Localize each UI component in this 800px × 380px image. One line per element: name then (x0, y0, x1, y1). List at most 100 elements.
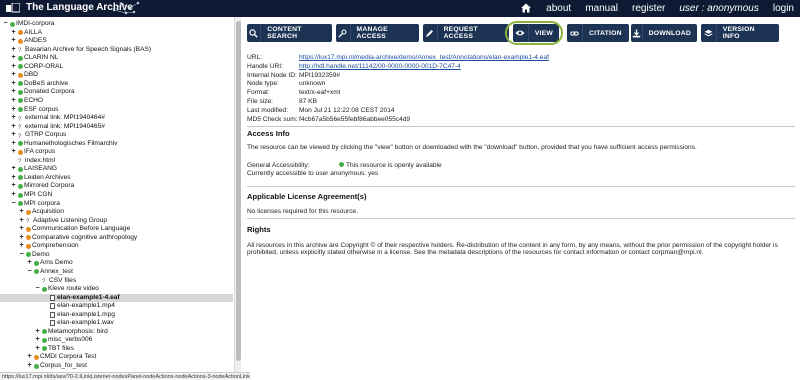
about-link[interactable]: about (546, 3, 571, 14)
collapse-icon[interactable]: − (26, 268, 33, 276)
tree-item[interactable]: + Communication Before Language (18, 225, 130, 233)
manual-link[interactable]: manual (585, 3, 618, 14)
tree-item[interactable]: + Metamorphosis: bird (34, 328, 107, 336)
expand-icon[interactable]: + (18, 234, 25, 242)
unknown-access-icon: ? (18, 125, 22, 132)
tree-item[interactable]: + CLARIN NL (10, 54, 58, 62)
expand-icon[interactable]: + (34, 328, 41, 336)
expand-icon[interactable]: + (10, 191, 17, 199)
expand-icon[interactable]: + (10, 140, 17, 148)
tree-scroll-thumb[interactable] (236, 21, 241, 361)
tree-item[interactable]: + CORP-ORAL (10, 63, 63, 71)
collapse-icon[interactable]: − (2, 20, 9, 28)
tree-item[interactable]: + ESF corpus (10, 106, 58, 114)
tree-item[interactable]: + Acquisition (18, 208, 63, 216)
metadata-link[interactable]: http://hdl.handle.net/11142/00-0000-0000… (299, 63, 461, 72)
download-button[interactable]: DOWNLOAD (631, 24, 697, 42)
expand-icon[interactable]: + (10, 114, 17, 122)
tree-item[interactable]: + Mirrored Corpora (10, 182, 74, 190)
tree-item[interactable]: − Demo (18, 251, 49, 259)
manage-access-button[interactable]: MANAGE ACCESS (336, 24, 419, 42)
expand-icon[interactable]: + (10, 54, 17, 62)
expand-icon[interactable]: + (10, 29, 17, 37)
expand-icon[interactable]: + (10, 71, 17, 79)
tree-item-label: elan-example1.wav (57, 319, 114, 327)
access-description: The resource can be viewed by clicking t… (247, 144, 697, 151)
expand-icon[interactable]: + (10, 88, 17, 96)
citation-button[interactable]: CITATION (567, 24, 629, 42)
expand-icon[interactable]: + (26, 353, 33, 361)
expand-icon[interactable]: + (10, 80, 17, 88)
expand-icon[interactable]: + (34, 345, 41, 353)
tree-item[interactable]: +? Adaptive Listening Group (18, 217, 107, 226)
collapse-icon[interactable]: − (34, 285, 41, 293)
tree-item[interactable]: + Corpus_for_test (26, 362, 86, 370)
request-access-button[interactable]: REQUEST ACCESS (423, 24, 509, 42)
tree-item[interactable]: − MPI corpora (10, 200, 59, 208)
expand-icon[interactable]: + (34, 336, 41, 344)
network-logo-icon (112, 1, 140, 15)
tree-item[interactable]: + MPI CGN (10, 191, 52, 199)
collapse-icon[interactable]: − (18, 251, 25, 259)
metadata-key: URL: (247, 54, 263, 61)
expand-icon[interactable]: + (10, 182, 17, 190)
archive-logo-icon[interactable] (6, 3, 20, 14)
collapse-icon[interactable]: − (10, 200, 17, 208)
tree-item[interactable]: ? index.html (10, 157, 55, 166)
tree-item[interactable]: + Ams Demo (26, 259, 72, 267)
tree-item[interactable]: + LAISEANG (10, 165, 57, 173)
open-access-icon (42, 337, 47, 343)
tree-item[interactable]: + ANDES (10, 37, 46, 45)
tree-item[interactable]: − Kleve route video (34, 285, 99, 293)
tree-item[interactable]: + Humanethologisches Filmarchiv (10, 140, 117, 148)
tree-item[interactable]: ? CSV files (34, 277, 76, 286)
tree-item[interactable]: elan-example1.wav (42, 319, 114, 327)
divider (247, 218, 795, 219)
tree-item[interactable]: elan-example1.mp4 (42, 302, 115, 310)
tree-item[interactable]: + Comparative cognitive anthropology (18, 234, 137, 242)
tree-item[interactable]: + TBT files (34, 345, 73, 353)
tree-item[interactable]: +? external link: MPI1940464# (10, 114, 104, 123)
tree-item[interactable]: +? Bavarian Archive for Speech Signals (B… (10, 46, 151, 55)
tree-item[interactable]: + IFA corpus (10, 148, 55, 156)
tree-item[interactable]: + Donated Corpora (10, 88, 74, 96)
tree-item[interactable]: + DBD (10, 71, 37, 79)
expand-icon[interactable]: + (26, 362, 33, 370)
version-info-button[interactable]: VERSION INFO (701, 24, 779, 42)
expand-icon[interactable]: + (10, 37, 17, 45)
tree-item[interactable]: + AILLA (10, 29, 42, 37)
expand-icon[interactable]: + (18, 208, 25, 216)
expand-icon[interactable]: + (10, 106, 17, 114)
expand-icon[interactable]: + (18, 217, 25, 225)
tree-item[interactable]: + ECHO (10, 97, 43, 105)
expand-icon[interactable]: + (10, 131, 17, 139)
expand-icon[interactable]: + (10, 97, 17, 105)
tree-item[interactable]: elan-example1.mpg (42, 311, 115, 319)
expand-icon[interactable]: + (18, 225, 25, 233)
expand-icon[interactable]: + (10, 46, 17, 54)
tree-item[interactable]: + CMDI Corpora Test (26, 353, 96, 361)
expand-icon[interactable]: + (10, 63, 17, 71)
tree-item[interactable]: − IMDI-corpora (2, 20, 54, 28)
expand-icon[interactable]: + (26, 259, 33, 267)
expand-icon[interactable]: + (18, 242, 25, 250)
content-search-button[interactable]: CONTENT SEARCH (247, 24, 332, 42)
tree-item[interactable]: + Comprehension (18, 242, 78, 250)
tree-scrollbar[interactable] (234, 17, 241, 372)
license-title: Applicable License Agreement(s) (247, 192, 367, 201)
expand-icon[interactable]: + (10, 174, 17, 182)
expand-icon[interactable]: + (10, 123, 17, 131)
home-icon[interactable] (520, 2, 532, 14)
tree-item[interactable]: +? external link: MPI1940465# (10, 123, 104, 132)
register-link[interactable]: register (632, 3, 665, 14)
metadata-link[interactable]: https://lux17.mpi.nl/media-archive/demo/… (299, 54, 549, 63)
tree-item[interactable]: + Leiden Archives (10, 174, 70, 182)
tree-item[interactable]: − Annex_test (26, 268, 73, 276)
login-link[interactable]: login (773, 3, 794, 14)
tree-item[interactable]: elan-example1-4.eaf (0, 293, 233, 302)
expand-icon[interactable]: + (10, 165, 17, 173)
expand-icon[interactable]: + (10, 148, 17, 156)
tree-item[interactable]: +? GTRP Corpus (10, 131, 66, 140)
tree-item[interactable]: + misc_verbs006 (34, 336, 92, 344)
tree-item[interactable]: + DoBeS archive (10, 80, 68, 88)
